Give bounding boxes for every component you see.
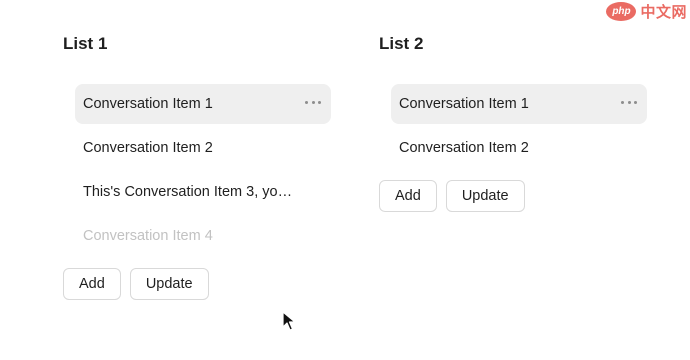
list-2-update-button[interactable]: Update: [445, 180, 525, 212]
list-1-conversation-item-3[interactable]: This's Conversation Item 3, you can clic…: [75, 172, 331, 212]
list-2-add-button[interactable]: Add: [379, 180, 437, 212]
php-watermark: php 中文网: [606, 1, 687, 22]
list-1-conversation-item-4: Conversation Item 4: [75, 216, 331, 256]
more-horizontal-icon[interactable]: [304, 93, 322, 111]
list-2-conversations: Conversation Item 1 Conversation Item 2: [391, 84, 647, 172]
list-1-add-button[interactable]: Add: [63, 268, 121, 300]
conversation-item-label: Conversation Item 1: [83, 96, 213, 112]
list-2-actions: Add Update: [379, 180, 525, 212]
list-1-conversation-item-2[interactable]: Conversation Item 2: [75, 128, 331, 168]
watermark-text: 中文网: [640, 4, 687, 21]
list-1-update-button[interactable]: Update: [129, 268, 209, 300]
list-2-title: List 2: [379, 34, 424, 53]
conversation-item-label: This's Conversation Item 3, you can clic…: [83, 184, 297, 200]
conversation-item-label: Conversation Item 4: [83, 228, 213, 244]
list-1-conversations: Conversation Item 1 Conversation Item 2 …: [75, 84, 331, 260]
list-2-conversation-item-1[interactable]: Conversation Item 1: [391, 84, 647, 124]
conversation-item-label: Conversation Item 2: [399, 140, 529, 156]
conversations-demo: php 中文网 List 1 Conversation Item 1 Conve…: [0, 0, 690, 360]
mouse-pointer-icon: [282, 311, 296, 331]
conversation-item-label: Conversation Item 1: [399, 96, 529, 112]
list-2-conversation-item-2[interactable]: Conversation Item 2: [391, 128, 647, 168]
list-1-conversation-item-1[interactable]: Conversation Item 1: [75, 84, 331, 124]
conversation-item-label: Conversation Item 2: [83, 140, 213, 156]
more-horizontal-icon[interactable]: [620, 93, 638, 111]
list-1-title: List 1: [63, 34, 108, 53]
php-logo-icon: php: [606, 2, 637, 21]
list-1-actions: Add Update: [63, 268, 209, 300]
